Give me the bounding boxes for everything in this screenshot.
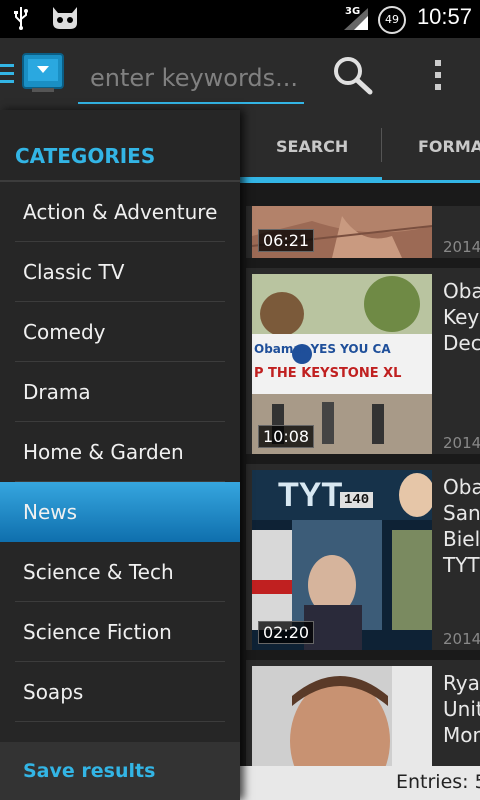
save-results-label: Save results bbox=[23, 760, 156, 782]
banner-text-secondary: P THE KEYSTONE XL bbox=[254, 366, 402, 381]
category-item-action-adventure[interactable]: Action & Adventure bbox=[0, 182, 240, 242]
video-results-panel: SEARCH FORMA 06:21 2014 Obama: YES YOU C… bbox=[240, 110, 480, 800]
video-date: 2014 bbox=[443, 238, 480, 256]
category-item-home-garden[interactable]: Home & Garden bbox=[0, 422, 240, 482]
video-duration: 02:20 bbox=[258, 621, 315, 644]
video-thumbnail: 06:21 bbox=[252, 206, 432, 258]
cyanogen-mascot-icon bbox=[53, 7, 77, 29]
video-duration: 06:21 bbox=[258, 229, 315, 252]
video-date: 2014 bbox=[443, 434, 480, 452]
status-bar: 3G 49 10:57 bbox=[0, 0, 480, 38]
channel-counter-text: 140 bbox=[340, 492, 374, 508]
tab-bar: SEARCH FORMA bbox=[240, 110, 480, 183]
battery-indicator: 49 bbox=[378, 6, 406, 34]
video-thumbnail: TYT 140 02:20 bbox=[252, 470, 432, 650]
categories-drawer: CATEGORIES Action & Adventure Classic TV… bbox=[0, 110, 240, 800]
category-item-news[interactable]: News bbox=[0, 482, 240, 542]
network-type: 3G bbox=[345, 6, 361, 17]
banner-text: Obama: YES YOU CA bbox=[254, 342, 391, 356]
video-title: Oba Key Dec bbox=[443, 279, 480, 355]
overflow-menu-icon[interactable] bbox=[430, 54, 446, 96]
usb-icon bbox=[14, 7, 28, 30]
video-card[interactable]: 06:21 2014 bbox=[246, 206, 480, 258]
tab-divider bbox=[381, 128, 382, 162]
category-item-soaps[interactable]: Soaps bbox=[0, 662, 240, 722]
video-card[interactable]: TYT 140 02:20 Oba San Biel TYT 2014 bbox=[246, 464, 480, 650]
entries-count: Entries: 5 bbox=[396, 771, 480, 793]
channel-logo-text: TYT bbox=[278, 476, 343, 514]
video-title: Oba San Biel TYT bbox=[443, 475, 480, 577]
tab-search[interactable]: SEARCH bbox=[276, 137, 348, 156]
save-results-button[interactable]: Save results bbox=[0, 742, 240, 800]
clock: 10:57 bbox=[416, 4, 472, 29]
search-input[interactable] bbox=[78, 54, 304, 104]
category-item-drama[interactable]: Drama bbox=[0, 362, 240, 422]
video-duration: 10:08 bbox=[258, 425, 315, 448]
category-item-comedy[interactable]: Comedy bbox=[0, 302, 240, 362]
tab-selected-indicator bbox=[240, 177, 382, 183]
tab-format[interactable]: FORMA bbox=[418, 137, 480, 156]
app-logo-icon[interactable] bbox=[22, 53, 64, 93]
categories-heading: CATEGORIES bbox=[15, 144, 156, 168]
video-date: 2014 bbox=[443, 630, 480, 648]
category-item-science-fiction[interactable]: Science Fiction bbox=[0, 602, 240, 662]
category-item-classic-tv[interactable]: Classic TV bbox=[0, 242, 240, 302]
action-bar bbox=[0, 38, 480, 111]
video-card[interactable]: Obama: YES YOU CA P THE KEYSTONE XL 10:0… bbox=[246, 268, 480, 454]
entries-footer: Entries: 5 bbox=[240, 766, 480, 800]
video-title: Rya Unit Mon bbox=[443, 671, 480, 747]
category-item-science-tech[interactable]: Science & Tech bbox=[0, 542, 240, 602]
drawer-header: CATEGORIES bbox=[0, 110, 240, 182]
video-thumbnail: Obama: YES YOU CA P THE KEYSTONE XL 10:0… bbox=[252, 274, 432, 454]
search-icon[interactable] bbox=[330, 54, 376, 96]
drawer-toggle-icon[interactable] bbox=[0, 64, 14, 84]
